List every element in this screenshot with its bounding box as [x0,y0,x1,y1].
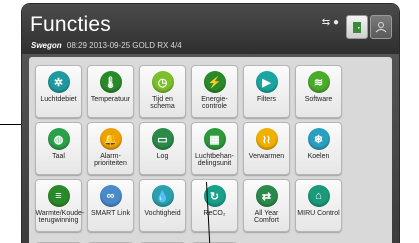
tile-fan[interactable]: ✲ Luchtdebiet [35,65,82,118]
tile-recovery[interactable]: ≡ Warmte/Koude-terugwinning [35,179,85,232]
tile-humidity[interactable]: 💧 Vochtigheid [139,179,186,232]
tile-clock[interactable]: ◷ Tijd en schema [139,65,186,118]
tile-globe[interactable]: ◍ Taal [35,122,82,175]
function-panel: ✲ Luchtdebiet 🌡 Temperatuur ◷ Tijd en schema ⚡… [29,57,392,243]
tile-label: Warmte/Koude-terugwinning [35,210,85,224]
recovery-icon: ≡ [47,185,70,207]
tile-label: Tijd en schema [150,96,175,110]
page-title: Functies [30,13,111,36]
tile-label: Vochtigheid [144,210,181,217]
tile-label: Filters [256,96,277,103]
tile-label: Luchtbehan-delingsunit [195,153,234,167]
tile-reco2[interactable]: ↻ ReCO₂ [191,179,238,232]
tile-bell[interactable]: 🔔 Alarm-prioriteiten [87,122,134,175]
tile-label: Luchtdebiet [40,96,77,103]
link-icon: ∞ [99,185,122,207]
tile-label: Energie-controle [201,96,228,110]
status-line: Swegon 08:29 2013-09-25 GOLD RX 4/4 [31,41,182,50]
clock-icon: ◷ [151,71,174,93]
tile-software[interactable]: ≋ Software [295,65,342,118]
home-icon: ⌂ [307,185,330,207]
brand-logo: Swegon [31,41,62,50]
tile-snowflake[interactable]: ❄ Koelen [295,122,342,175]
tile-label: Verwarmen [248,153,285,160]
tile-energy[interactable]: ⚡ Energie-controle [191,65,238,118]
tile-label: Software [304,96,333,103]
grid-gap [347,122,394,175]
tile-label: MIRU Control [297,210,340,217]
unit-icon: ▦ [203,128,226,150]
header-bar: Functies Swegon 08:29 2013-09-25 GOLD RX… [22,4,399,54]
comfort-icon: ⇄ [255,185,278,207]
thermometer-icon: 🌡 [99,71,122,93]
heating-icon: ≀≀ [255,128,278,150]
mode-button[interactable] [346,15,368,39]
door-icon [353,21,361,33]
grid-gap [347,65,394,118]
tile-unit[interactable]: ▦ Luchtbehan-delingsunit [191,122,238,175]
tile-filter[interactable]: ▶ Filters [243,65,290,118]
tile-label: Temperatuur [90,96,131,103]
tile-label: ReCO₂ [203,210,226,217]
tile-label: Taal [52,153,65,160]
snowflake-icon: ❄ [307,128,330,150]
fan-icon: ✲ [47,71,70,93]
tile-label: Koelen [307,153,330,160]
software-icon: ≋ [307,71,330,93]
tile-heating[interactable]: ≀≀ Verwarmen [243,122,290,175]
globe-icon: ◍ [47,128,70,150]
tile-home[interactable]: ⌂ MIRU Control [295,179,342,232]
tile-link[interactable]: ∞ SMART Link [87,179,134,232]
bell-icon: 🔔 [99,128,122,150]
user-button[interactable] [370,15,392,39]
status-icons: ⇆ ● [321,17,339,28]
log-icon: ▭ [151,128,174,150]
tile-label: SMART Link [90,210,131,217]
tile-comfort[interactable]: ⇄ All Year Comfort [243,179,290,232]
energy-icon: ⚡ [203,71,226,93]
tile-label: All Year Comfort [254,210,279,224]
humidity-icon: 💧 [151,185,174,207]
datetime-info: 08:29 2013-09-25 GOLD RX 4/4 [66,41,182,50]
tile-log[interactable]: ▭ Log [139,122,186,175]
tile-thermometer[interactable]: 🌡 Temperatuur [87,65,134,118]
filter-icon: ▶ [255,71,278,93]
user-icon [375,22,387,33]
tile-label: Alarm-prioriteiten [94,153,127,167]
function-grid: ✲ Luchtdebiet 🌡 Temperatuur ◷ Tijd en schema ⚡… [35,65,394,232]
control-panel-screen: Functies Swegon 08:29 2013-09-25 GOLD RX… [22,4,399,243]
tile-label: Log [156,153,169,160]
